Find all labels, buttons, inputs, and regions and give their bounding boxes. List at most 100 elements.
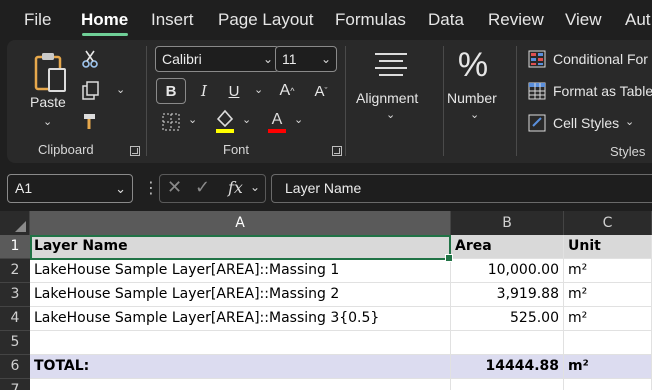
underline-button[interactable]: U (223, 78, 245, 104)
cell-a7[interactable] (30, 379, 451, 390)
cell-a3[interactable]: LakeHouse Sample Layer[AREA]::Massing 2 (30, 283, 451, 307)
cell-a4[interactable]: LakeHouse Sample Layer[AREA]::Massing 3{… (30, 307, 451, 331)
ribbon: Paste ⌄ ⌄ Clipboard Calibri ⌄ 11 ⌄ B I U… (7, 40, 652, 163)
paste-chevron-icon[interactable]: ⌄ (43, 115, 52, 128)
borders-icon[interactable] (159, 110, 183, 134)
row-header-7[interactable]: 7 (0, 379, 30, 390)
cell-b3[interactable]: 3,919.88 (451, 283, 564, 307)
name-box-value: A1 (15, 180, 33, 196)
column-header-c[interactable]: C (564, 211, 652, 235)
cell-a6[interactable]: TOTAL: (30, 355, 451, 379)
menu-bar: File Home Insert Page Layout Formulas Da… (0, 0, 652, 40)
conditional-formatting-button[interactable]: Conditional For (553, 51, 648, 67)
number-chevron-icon[interactable]: ⌄ (470, 108, 479, 121)
copy-icon[interactable] (79, 80, 103, 102)
insert-function-icon[interactable]: fx (228, 178, 243, 197)
format-as-table-icon (527, 82, 547, 100)
alignment-chevron-icon[interactable]: ⌄ (386, 108, 395, 121)
active-tab-indicator (82, 33, 128, 36)
fill-color-icon[interactable] (213, 106, 237, 136)
tab-page-layout[interactable]: Page Layout (218, 10, 313, 30)
paste-button[interactable] (27, 48, 73, 98)
font-group-label: Font (223, 142, 250, 157)
font-color-chevron-icon[interactable]: ⌄ (294, 113, 303, 126)
tab-view[interactable]: View (565, 10, 602, 30)
name-box[interactable]: A1 ⌄ (7, 174, 133, 203)
cut-icon[interactable] (79, 48, 101, 70)
shrink-font-button[interactable]: Aˇ (309, 78, 333, 104)
svg-text:A: A (272, 111, 283, 128)
tab-automate[interactable]: Aut (625, 10, 651, 30)
cell-a1[interactable]: Layer Name (30, 235, 451, 259)
cancel-icon[interactable]: ✕ (167, 177, 182, 198)
fill-color-swatch (216, 129, 234, 133)
row-header-3[interactable]: 3 (0, 283, 30, 307)
row-header-2[interactable]: 2 (0, 259, 30, 283)
copy-chevron-icon[interactable]: ⌄ (116, 83, 125, 96)
tab-formulas[interactable]: Formulas (335, 10, 406, 30)
row-header-5[interactable]: 5 (0, 331, 30, 355)
formula-bar: A1 ⌄ ⋮ ✕ ✓ fx ⌄ Layer Name (0, 163, 652, 211)
font-color-icon[interactable]: A (265, 106, 289, 136)
tab-data[interactable]: Data (428, 10, 464, 30)
more-options-icon[interactable]: ⋮ (143, 178, 159, 198)
row-header-1[interactable]: 1 (0, 235, 30, 259)
font-launcher-icon[interactable] (332, 146, 342, 156)
ribbon-separator (345, 46, 346, 156)
ribbon-separator (516, 46, 517, 156)
cell-styles-chevron-icon[interactable]: ⌄ (625, 115, 634, 128)
tab-insert[interactable]: Insert (151, 10, 194, 30)
format-painter-icon[interactable] (79, 110, 103, 132)
font-size-value: 11 (282, 51, 297, 67)
bold-button[interactable]: B (156, 78, 186, 104)
cell-b4[interactable]: 525.00 (451, 307, 564, 331)
cell-c3[interactable]: m² (564, 283, 652, 307)
cell-b7[interactable] (451, 379, 564, 390)
paste-label: Paste (30, 94, 66, 110)
cell-c6[interactable]: m² (564, 355, 652, 379)
row-header-6[interactable]: 6 (0, 355, 30, 379)
cell-b2[interactable]: 10,000.00 (451, 259, 564, 283)
select-all-button[interactable] (0, 211, 30, 235)
cell-c4[interactable]: m² (564, 307, 652, 331)
font-size-select[interactable]: 11 ⌄ (275, 46, 337, 72)
column-header-a[interactable]: A (30, 211, 451, 235)
fill-color-chevron-icon[interactable]: ⌄ (242, 113, 251, 126)
enter-icon[interactable]: ✓ (195, 177, 210, 198)
chevron-down-icon: ⌄ (320, 52, 331, 66)
cell-b5[interactable] (451, 331, 564, 355)
number-button[interactable]: Number (447, 90, 497, 106)
cell-c7[interactable] (564, 379, 652, 390)
cell-c1[interactable]: Unit (564, 235, 652, 259)
tab-home[interactable]: Home (81, 10, 128, 30)
cell-b6[interactable]: 14444.88 (451, 355, 564, 379)
cell-a2[interactable]: LakeHouse Sample Layer[AREA]::Massing 1 (30, 259, 451, 283)
tab-file[interactable]: File (24, 10, 51, 30)
tab-review[interactable]: Review (488, 10, 544, 30)
italic-button[interactable]: I (193, 78, 215, 104)
column-header-b[interactable]: B (451, 211, 564, 235)
ribbon-separator (146, 46, 147, 156)
alignment-icon[interactable] (371, 48, 411, 82)
grow-font-button[interactable]: A ^ (275, 78, 299, 104)
underline-chevron-icon[interactable]: ⌄ (254, 83, 263, 96)
chevron-down-icon[interactable]: ⌄ (250, 180, 260, 194)
clipboard-group-label: Clipboard (38, 142, 94, 157)
cell-a5[interactable] (30, 331, 451, 355)
percent-icon[interactable]: % (455, 46, 491, 84)
cell-c2[interactable]: m² (564, 259, 652, 283)
chevron-down-icon: ⌄ (262, 52, 273, 66)
font-name-select[interactable]: Calibri ⌄ (155, 46, 279, 72)
alignment-button[interactable]: Alignment (356, 90, 418, 106)
cell-c5[interactable] (564, 331, 652, 355)
ribbon-separator (443, 46, 444, 156)
cell-styles-button[interactable]: Cell Styles (553, 115, 619, 131)
clipboard-launcher-icon[interactable] (130, 146, 140, 156)
grow-font-label: A (279, 82, 291, 99)
format-as-table-button[interactable]: Format as Table (553, 83, 652, 99)
cell-b1[interactable]: Area (451, 235, 564, 259)
formula-input[interactable]: Layer Name (271, 174, 652, 203)
row-header-4[interactable]: 4 (0, 307, 30, 331)
conditional-formatting-icon (527, 50, 547, 68)
borders-chevron-icon[interactable]: ⌄ (188, 113, 197, 126)
